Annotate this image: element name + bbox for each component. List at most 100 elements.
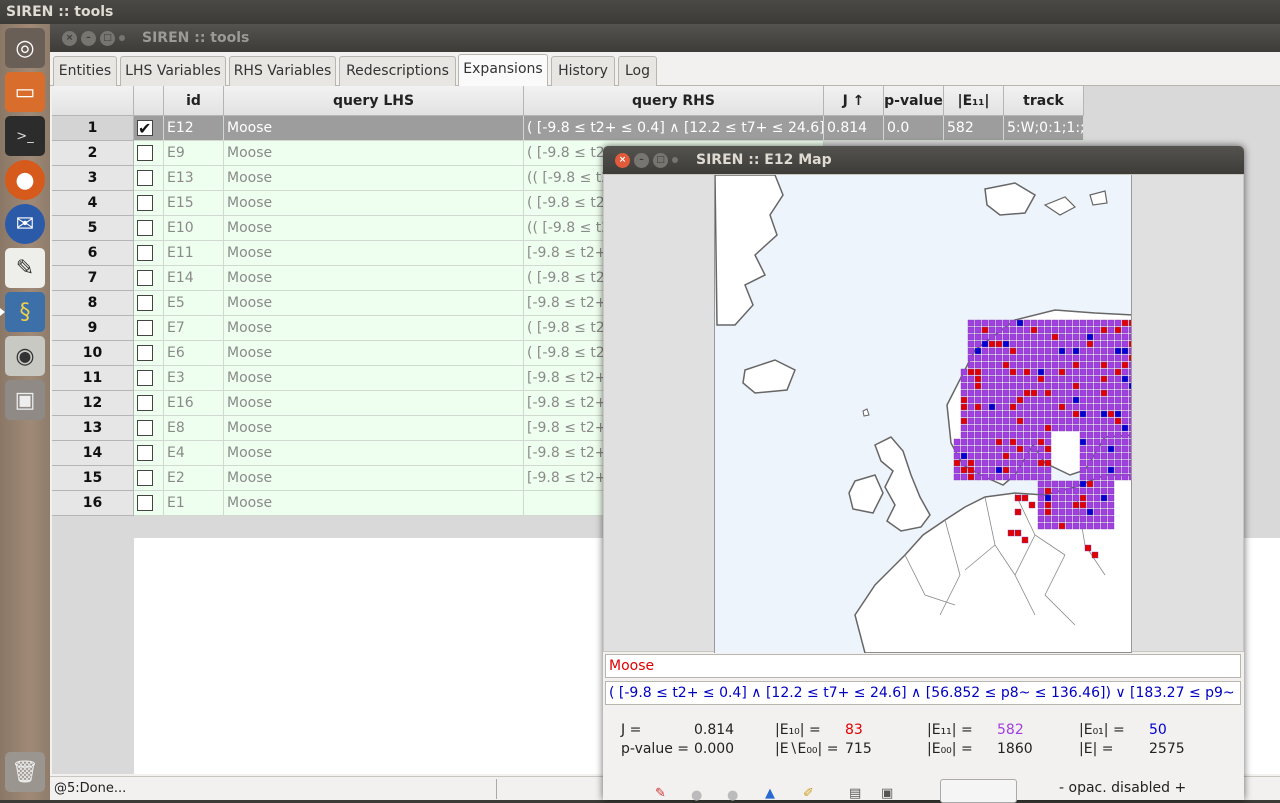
row-checkbox[interactable] — [137, 117, 153, 140]
tab-redescriptions[interactable]: Redescriptions — [339, 56, 456, 86]
map-cell — [1009, 382, 1017, 390]
row-number[interactable]: 8 — [52, 291, 134, 316]
cell-checkbox — [134, 441, 164, 466]
table-row[interactable]: 1 E12Moose( [-9.8 ≤ t2+ ≤ 0.4] ∧ [12.2 ≤ … — [52, 116, 1092, 141]
rhs-query-field[interactable]: ( [-9.8 ≤ t2+ ≤ 0.4] ∧ [12.2 ≤ t7+ ≤ 24.… — [605, 681, 1241, 705]
row-number[interactable]: 14 — [52, 441, 134, 466]
tab-history[interactable]: History — [551, 56, 615, 86]
header-query-rhs[interactable]: query RHS — [524, 86, 824, 116]
terminal-icon[interactable]: >_ — [5, 116, 45, 156]
camera-icon[interactable]: ◉ — [5, 336, 45, 376]
header-e11[interactable]: |E₁₁| — [944, 86, 1004, 116]
screen-icon[interactable]: ▣ — [881, 786, 893, 801]
map-cell — [1044, 473, 1052, 481]
row-checkbox[interactable] — [137, 170, 153, 186]
tab-lhs-variables[interactable]: LHS Variables — [120, 56, 226, 86]
map-cell — [1051, 361, 1059, 369]
row-checkbox[interactable] — [137, 195, 153, 211]
map-minimize-icon[interactable]: – — [634, 153, 649, 168]
header-query-lhs[interactable]: query LHS — [224, 86, 524, 116]
header-track[interactable]: track — [1004, 86, 1084, 116]
header-checkbox[interactable] — [134, 86, 164, 116]
row-checkbox[interactable] — [137, 270, 153, 286]
tab-log[interactable]: Log — [618, 56, 657, 86]
pen-icon[interactable]: ✎ — [655, 786, 666, 801]
row-checkbox[interactable] — [137, 445, 153, 461]
map-cell — [1044, 438, 1052, 446]
row-checkbox[interactable] — [137, 345, 153, 361]
circle-icon-1[interactable]: ● — [691, 788, 702, 803]
row-number[interactable]: 6 — [52, 241, 134, 266]
brush-icon[interactable]: ✐ — [803, 786, 814, 801]
opacity-label[interactable]: - opac. disabled + — [1059, 780, 1186, 796]
row-checkbox[interactable] — [137, 145, 153, 161]
menu-dot-icon[interactable] — [119, 35, 125, 41]
map-cell — [1072, 403, 1080, 411]
row-checkbox[interactable] — [137, 245, 153, 261]
python-icon[interactable]: § — [0, 292, 45, 332]
row-number[interactable]: 16 — [52, 491, 134, 516]
row-number[interactable]: 7 — [52, 266, 134, 291]
row-checkbox[interactable] — [137, 320, 153, 336]
thunderbird-icon[interactable]: ✉ — [5, 204, 45, 244]
map-cell — [981, 382, 989, 390]
map-cell — [1023, 473, 1031, 481]
row-number[interactable]: 12 — [52, 391, 134, 416]
row-checkbox[interactable] — [137, 420, 153, 436]
row-checkbox[interactable] — [137, 470, 153, 486]
firefox-icon[interactable]: ● — [5, 160, 45, 200]
tab-entities[interactable]: Entities — [53, 56, 117, 86]
map-maximize-icon[interactable]: □ — [653, 153, 668, 168]
minimize-icon[interactable]: – — [81, 31, 96, 46]
text-editor-icon[interactable]: ✎ — [5, 248, 45, 288]
tab-rhs-variables[interactable]: RHS Variables — [229, 56, 336, 86]
map-close-icon[interactable]: × — [615, 153, 630, 168]
window-icon[interactable]: ▣ — [5, 380, 45, 420]
ubuntu-home-icon[interactable]: ◎ — [5, 28, 45, 68]
row-number[interactable]: 10 — [52, 341, 134, 366]
lhs-query-field[interactable]: Moose — [605, 654, 1241, 678]
tab-expansions[interactable]: Expansions — [458, 54, 548, 87]
header-j[interactable]: J ↑ — [824, 86, 884, 116]
map-cell — [1009, 319, 1017, 327]
save-icon[interactable]: ▤ — [849, 786, 861, 801]
row-number[interactable]: 5 — [52, 216, 134, 241]
map-cell — [1079, 340, 1087, 348]
map-cell — [1086, 361, 1094, 369]
map-cell — [1072, 410, 1080, 418]
map-cell — [1016, 368, 1024, 376]
row-checkbox[interactable] — [137, 495, 153, 511]
row-checkbox[interactable] — [137, 220, 153, 236]
map-cell — [1100, 375, 1108, 383]
row-checkbox[interactable] — [137, 370, 153, 386]
row-number[interactable]: 4 — [52, 191, 134, 216]
row-number[interactable]: 3 — [52, 166, 134, 191]
header-p-value[interactable]: p-value — [884, 86, 944, 116]
circle-icon-2[interactable]: ● — [727, 788, 738, 803]
maximize-icon[interactable]: □ — [100, 31, 115, 46]
row-number[interactable]: 2 — [52, 141, 134, 166]
row-number[interactable]: 9 — [52, 316, 134, 341]
row-number[interactable]: 1 — [52, 116, 134, 141]
row-checkbox[interactable] — [137, 395, 153, 411]
header-id[interactable]: id — [164, 86, 224, 116]
map-cell — [1051, 326, 1059, 334]
map-cell — [1100, 326, 1108, 334]
map-cell — [953, 445, 961, 453]
europe-map[interactable] — [714, 175, 1132, 653]
toolbar-button[interactable] — [940, 779, 1017, 803]
map-cell — [981, 466, 989, 474]
map-cell — [1100, 368, 1108, 376]
map-cell — [1121, 361, 1129, 369]
map-cell — [1002, 368, 1010, 376]
row-number[interactable]: 13 — [52, 416, 134, 441]
map-menu-dot-icon[interactable] — [672, 157, 678, 163]
up-arrow-icon[interactable]: ▲ — [765, 786, 775, 801]
files-icon[interactable]: ▭ — [5, 72, 45, 112]
row-checkbox[interactable] — [137, 295, 153, 311]
trash-icon[interactable]: 🗑 — [5, 752, 45, 792]
close-icon[interactable]: × — [62, 31, 77, 46]
row-number[interactable]: 15 — [52, 466, 134, 491]
row-number[interactable]: 11 — [52, 366, 134, 391]
map-cell — [1023, 452, 1031, 460]
